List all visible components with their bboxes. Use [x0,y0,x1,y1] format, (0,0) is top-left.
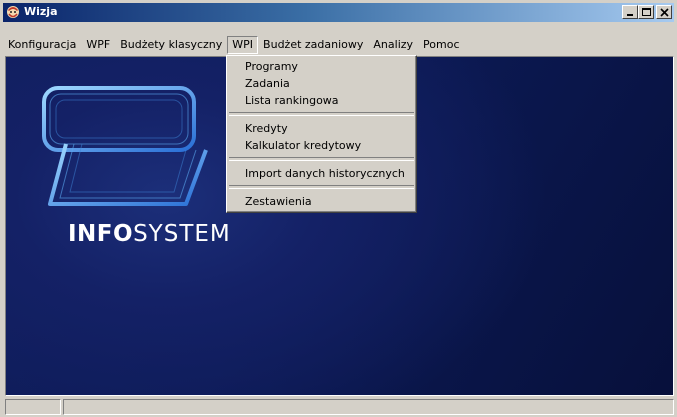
status-panel-main [63,399,674,415]
window-title: Wizja [24,5,58,18]
minimize-icon [627,14,633,16]
wpi-dropdown-menu: Programy Zadania Lista rankingowa Kredyt… [226,55,417,213]
main-window: Wizja Konfiguracja WPF Budżety klasyczny… [0,0,677,417]
menu-item-lista-rankingowa[interactable]: Lista rankingowa [227,92,416,109]
menu-separator [229,112,414,116]
menu-item-programy[interactable]: Programy [227,58,416,75]
menu-pomoc[interactable]: Pomoc [418,36,464,54]
status-panel [5,399,61,415]
menu-wpi[interactable]: WPI [227,36,259,54]
menu-item-import-danych[interactable]: Import danych historycznych [227,165,416,182]
menu-analizy[interactable]: Analizy [368,36,418,54]
brand-wordmark: INFOSYSTEM [68,221,231,247]
title-bar[interactable]: Wizja [3,3,674,22]
infosystem-logo [42,86,208,206]
menu-separator [229,157,414,161]
menu-item-zadania[interactable]: Zadania [227,75,416,92]
menu-separator [229,185,414,189]
maximize-button[interactable] [638,5,654,19]
app-icon [7,6,19,18]
minimize-button[interactable] [622,5,638,19]
menu-budzety-klasyczny[interactable]: Budżety klasyczny [115,36,227,54]
menu-konfiguracja[interactable]: Konfiguracja [3,36,81,54]
maximize-icon [642,8,651,16]
menu-item-kredyty[interactable]: Kredyty [227,120,416,137]
menu-bar: Konfiguracja WPF Budżety klasyczny WPI B… [3,35,674,55]
brand-bold: INFO [68,221,134,247]
close-icon [660,8,669,17]
close-button[interactable] [656,5,672,19]
brand-light: SYSTEM [133,221,231,247]
status-bar [5,399,674,415]
menu-budzet-zadaniowy[interactable]: Budżet zadaniowy [258,36,368,54]
menu-item-zestawienia[interactable]: Zestawienia [227,193,416,210]
menu-wpf[interactable]: WPF [81,36,115,54]
menu-item-kalkulator-kredytowy[interactable]: Kalkulator kredytowy [227,137,416,154]
